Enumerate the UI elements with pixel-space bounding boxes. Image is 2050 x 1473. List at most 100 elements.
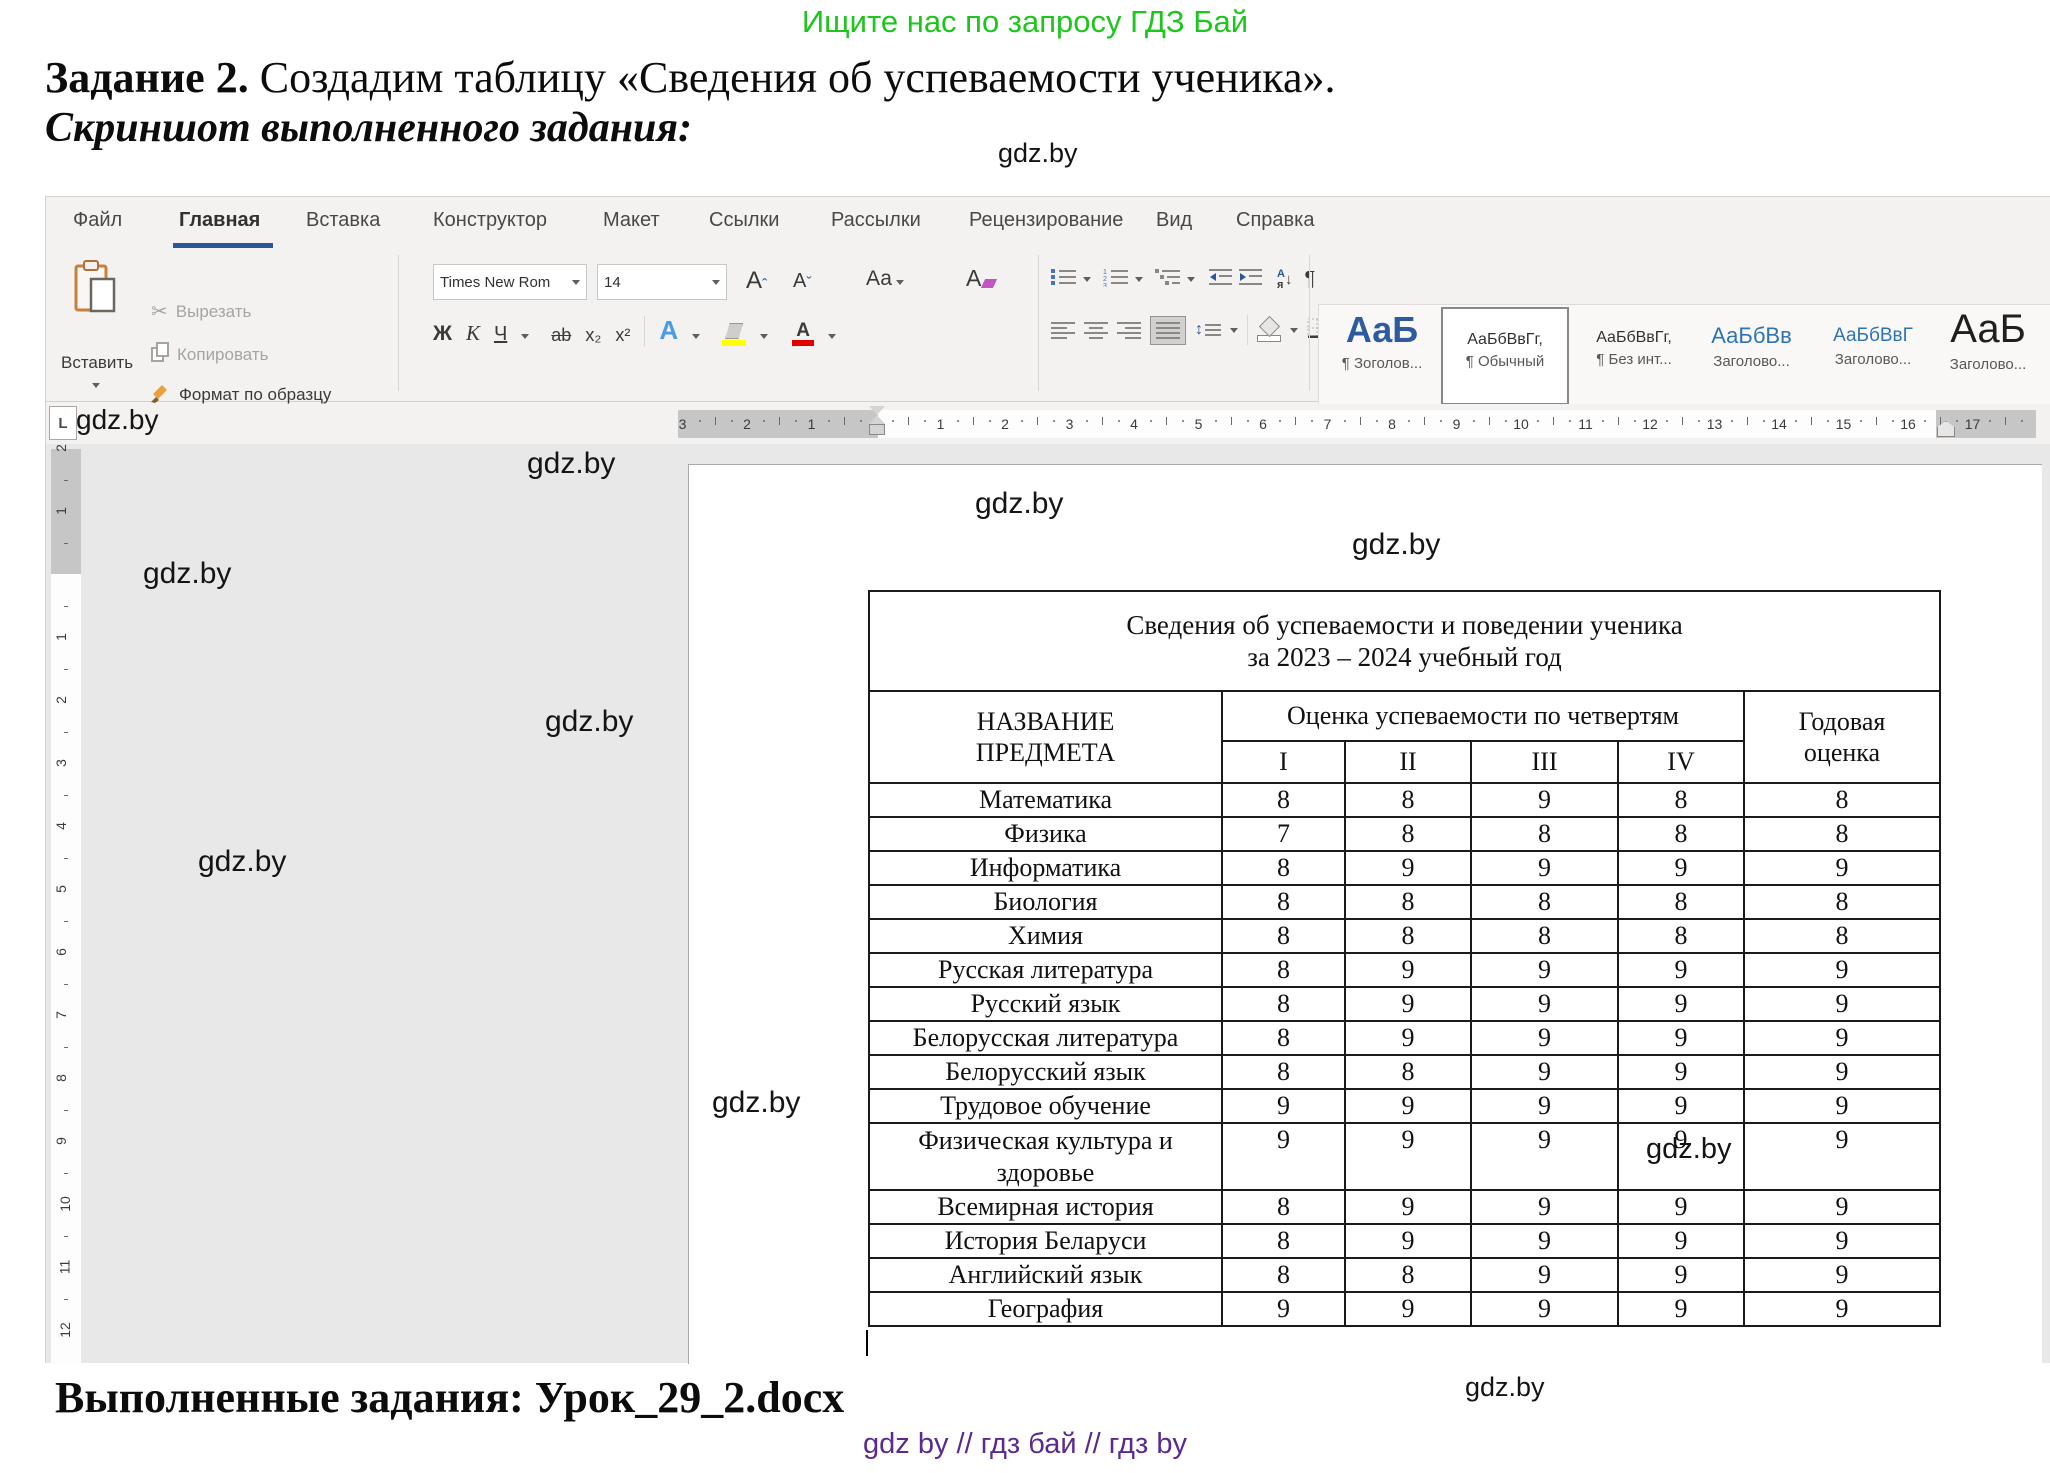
horizontal-ruler[interactable]: 3211234567891011121314151617	[46, 404, 2050, 445]
group-separator	[1309, 255, 1310, 391]
subject-cell: Химия	[869, 919, 1222, 953]
subscript-button[interactable]: х₂	[585, 325, 601, 346]
style-preview: АаБбВвГг,	[1443, 331, 1567, 349]
subject-cell: География	[869, 1292, 1222, 1326]
effects-chevron-icon[interactable]	[692, 334, 700, 339]
change-case-button[interactable]: Аа	[866, 267, 904, 291]
quarter-grade-cell: 8	[1222, 1055, 1345, 1089]
underline-button[interactable]: Ч	[494, 323, 507, 346]
font-name-select[interactable]: Times New Rom	[433, 264, 587, 300]
style-item-[interactable]: АаБбВвГг,¶ Без инт...	[1577, 307, 1691, 401]
quarter-grade-cell: 8	[1618, 885, 1744, 919]
text-effects-button[interactable]: А	[659, 315, 678, 346]
quarter-grade-cell: 9	[1345, 1190, 1471, 1224]
justify-button[interactable]	[1150, 316, 1186, 345]
table-row: Информатика89999	[869, 851, 1940, 885]
strikethrough-button[interactable]: ab	[551, 325, 571, 346]
quarter-grade-cell: 9	[1345, 1292, 1471, 1326]
style-item-[interactable]: АаБбВвЗаголово...	[1703, 307, 1800, 401]
quarter-grade-cell: 9	[1618, 1292, 1744, 1326]
shrink-font-button[interactable]: Аˇ	[793, 270, 812, 293]
year-grade-cell: 8	[1744, 885, 1940, 919]
style-item-[interactable]: АаБ¶ Зоголов...	[1330, 307, 1434, 401]
tab-Справка[interactable]: Справка	[1236, 209, 1314, 232]
group-separator	[398, 255, 399, 391]
align-right-button[interactable]	[1117, 322, 1141, 339]
tab-Главная[interactable]: Главная	[179, 209, 260, 232]
first-line-indent-marker[interactable]	[869, 406, 885, 435]
style-item-[interactable]: АаБбВвГЗаголово...	[1816, 307, 1930, 401]
style-preview: АаБ	[1330, 309, 1434, 351]
quarter-grade-cell: 9	[1471, 1123, 1618, 1190]
ruler-tick	[64, 1236, 68, 1237]
subject-cell: Физическая культура и здоровье	[869, 1123, 1222, 1190]
style-preview: АаБбВвГ	[1816, 325, 1930, 347]
quarter-grade-cell: 8	[1222, 783, 1345, 817]
tab-Макет[interactable]: Макет	[603, 209, 660, 232]
tab-selector-button[interactable]: L	[49, 406, 77, 440]
font-color-bar	[792, 340, 814, 346]
bullets-chevron-icon[interactable]	[1083, 277, 1091, 282]
tab-Рецензирование[interactable]: Рецензирование	[969, 209, 1123, 232]
superscript-button[interactable]: х²	[615, 325, 630, 346]
sort-button[interactable]: Ая ↓	[1277, 269, 1292, 291]
vertical-ruler[interactable]: 21123456789101112	[51, 449, 81, 1363]
font-color-chevron-icon[interactable]	[828, 334, 836, 339]
tab-Конструктор[interactable]: Конструктор	[433, 209, 547, 232]
underline-chevron-icon[interactable]	[521, 334, 529, 339]
subject-header: НАЗВАНИЕПРЕДМЕТА	[869, 691, 1222, 783]
numbering-chevron-icon[interactable]	[1135, 277, 1143, 282]
align-center-button[interactable]	[1084, 322, 1108, 339]
quarters-header: Оценка успеваемости по четвертям	[1222, 691, 1744, 741]
clear-format-button[interactable]: А	[966, 265, 995, 292]
increase-indent-button[interactable]	[1239, 267, 1263, 292]
ruler-tick	[64, 984, 68, 985]
italic-button[interactable]: К	[466, 321, 480, 346]
numbering-button[interactable]: 123	[1103, 267, 1129, 292]
quarter-grade-cell: 9	[1618, 851, 1744, 885]
shading-button[interactable]	[1257, 319, 1281, 342]
copy-button[interactable]: Копировать	[151, 342, 269, 367]
scissors-icon: ✂	[151, 299, 168, 324]
ruler-tick	[1376, 420, 1378, 422]
tab-Вид[interactable]: Вид	[1156, 209, 1192, 232]
chevron-down-icon	[712, 280, 720, 285]
highlight-button[interactable]	[722, 323, 746, 346]
multilevel-chevron-icon[interactable]	[1187, 277, 1195, 282]
ruler-number: 4	[53, 822, 69, 830]
paste-button[interactable]: Вставить	[61, 257, 131, 407]
font-size-select[interactable]: 14	[597, 264, 727, 300]
copy-icon	[151, 342, 169, 367]
align-left-button[interactable]	[1051, 322, 1075, 339]
style-item-[interactable]: АаБбВвГг,¶ Обычный	[1441, 307, 1569, 405]
quarter-grade-cell: 9	[1222, 1089, 1345, 1123]
tab-Ссылки[interactable]: Ссылки	[709, 209, 779, 232]
line-spacing-chevron-icon[interactable]	[1230, 328, 1238, 333]
tab-Рассылки[interactable]: Рассылки	[831, 209, 921, 232]
quarter-grade-cell: 9	[1471, 1055, 1618, 1089]
year-grade-cell: 9	[1744, 953, 1940, 987]
bullets-button[interactable]	[1051, 267, 1077, 292]
gdzby-watermark: gdz.by	[1352, 528, 1440, 562]
bold-button[interactable]: Ж	[433, 322, 452, 346]
gdzby-watermark: gdz.by	[998, 138, 1078, 169]
font-color-button[interactable]: А	[792, 321, 814, 346]
tab-Файл[interactable]: Файл	[73, 209, 122, 232]
ruler-tick	[1682, 417, 1683, 425]
ruler-number: 8	[53, 1074, 69, 1082]
cut-button[interactable]: ✂ Вырезать	[151, 299, 251, 324]
style-item-[interactable]: АаБЗаголово...	[1929, 307, 2047, 401]
ruler-tick	[64, 606, 68, 607]
highlight-chevron-icon[interactable]	[760, 334, 768, 339]
decrease-indent-button[interactable]	[1209, 267, 1233, 292]
shading-chevron-icon[interactable]	[1290, 328, 1298, 333]
quarter-grade-cell: 9	[1345, 1123, 1471, 1190]
tab-Вставка[interactable]: Вставка	[306, 209, 380, 232]
line-spacing-button[interactable]: ↕	[1195, 321, 1221, 339]
completed-tasks-title: Выполненные задания: Урок_29_2.docx	[55, 1372, 844, 1423]
ruler-number: 6	[1259, 416, 1267, 432]
multilevel-list-button[interactable]	[1155, 267, 1181, 292]
grow-font-button[interactable]: Аˆ	[746, 267, 767, 295]
subject-cell: Информатика	[869, 851, 1222, 885]
style-preview: АаБбВв	[1703, 323, 1800, 349]
